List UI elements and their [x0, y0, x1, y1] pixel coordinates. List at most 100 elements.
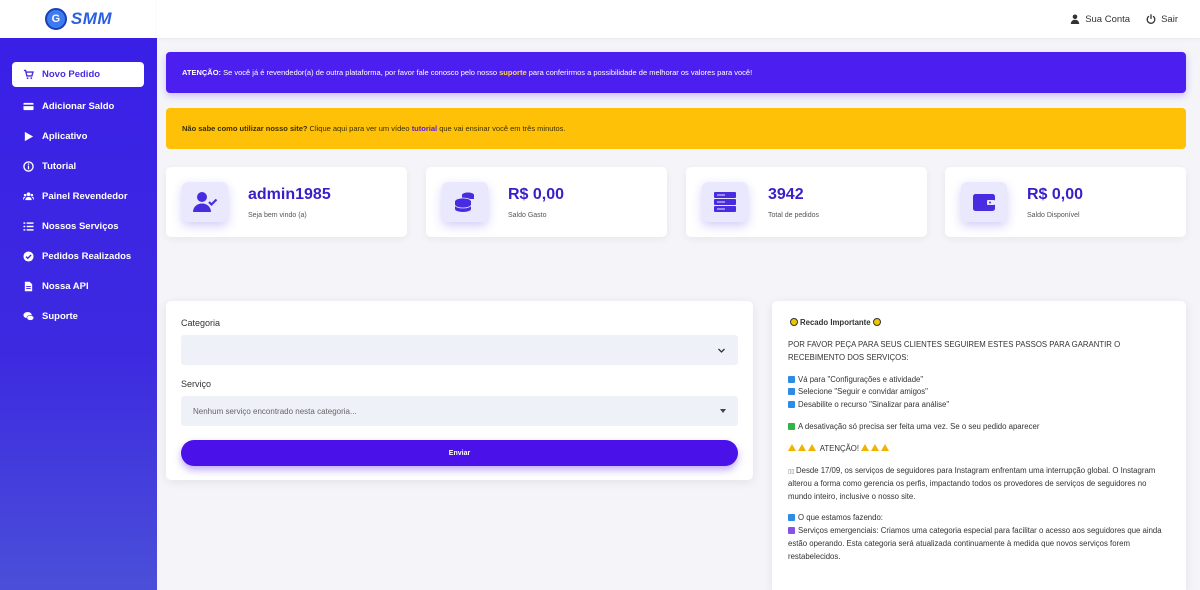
sidebar-item-suporte[interactable]: Suporte — [0, 301, 157, 331]
account-label: Sua Conta — [1085, 13, 1131, 25]
stat-value: R$ 0,00 — [508, 185, 565, 203]
stat-card-orders: 3942 Total de pedidos — [686, 167, 927, 237]
warning-icon — [881, 444, 890, 452]
stat-value: R$ 0,00 — [1027, 185, 1084, 203]
server-icon — [702, 182, 748, 222]
sidebar-item-nossa-api[interactable]: Nossa API — [0, 271, 157, 301]
play-icon — [22, 130, 34, 142]
sidebar-item-label: Adicionar Saldo — [42, 100, 115, 112]
service-value: Nenhum serviço encontrado nesta categori… — [193, 406, 357, 416]
sidebar-item-nossos-servicos[interactable]: Nossos Serviços — [0, 211, 157, 241]
power-icon — [1146, 14, 1156, 24]
logo-mark: G — [44, 8, 67, 30]
notice-deactivation: A desativação só precisa ser feita uma v… — [798, 422, 1040, 432]
tutorial-alert-text-end: que vai ensinar você em três minutos. — [437, 124, 566, 133]
sidebar-item-label: Suporte — [42, 310, 78, 322]
service-label: Serviço — [181, 379, 212, 389]
sidebar-item-label: Novo Pedido — [42, 69, 101, 80]
sidebar-nav: Novo Pedido Adicionar Saldo Aplicativo T… — [0, 38, 157, 331]
users-icon — [22, 190, 34, 202]
reseller-alert-text-end: para conferirmos a possibilidade de melh… — [526, 68, 753, 77]
support-link[interactable]: suporte — [499, 68, 527, 77]
wallet-icon — [961, 182, 1007, 222]
account-link[interactable]: Sua Conta — [1070, 14, 1130, 25]
notice-step: Selecione "Seguir e convidar amigos" — [798, 387, 928, 397]
sidebar-item-aplicativo[interactable]: Aplicativo — [0, 121, 157, 151]
notice-step: Vá para "Configurações e atividade" — [798, 374, 924, 384]
caret-down-icon — [720, 409, 726, 413]
reseller-alert: ATENÇÃO: Se você já é revendedor(a) de o… — [166, 52, 1186, 93]
tutorial-alert-lead: Não sabe como utilizar nosso site? — [182, 124, 308, 133]
notice-intro: POR FAVOR PEÇA PARA SEUS CLIENTES SEGUIR… — [788, 339, 1121, 362]
top-bar: Sua Conta Sair — [157, 0, 1200, 38]
category-select[interactable] — [181, 335, 738, 365]
notice-doing-title: O que estamos fazendo: — [798, 513, 883, 523]
sidebar-item-label: Painel Revendedor — [42, 190, 128, 202]
logo-text: SMM — [70, 9, 113, 28]
notice-steps: Vá para "Configurações e atividade" Sele… — [788, 374, 1171, 413]
coins-icon — [442, 182, 488, 222]
logout-label: Sair — [1161, 13, 1178, 25]
user-icon — [1070, 14, 1080, 24]
sidebar-item-painel-revendedor[interactable]: Painel Revendedor — [0, 181, 157, 211]
sidebar-item-label: Nossos Serviços — [42, 220, 119, 232]
stat-value: 3942 — [768, 185, 804, 203]
sidebar-item-adicionar-saldo[interactable]: Adicionar Saldo — [0, 91, 157, 121]
tutorial-link[interactable]: tutorial — [412, 124, 437, 133]
warning-icon — [871, 444, 880, 452]
notice-warning-title: ATENÇÃO! — [819, 444, 860, 454]
stat-label: Seja bem vindo (a) — [248, 211, 307, 219]
service-select[interactable]: Nenhum serviço encontrado nesta categori… — [181, 396, 738, 426]
list-icon — [22, 220, 34, 232]
sidebar-item-novo-pedido[interactable]: Novo Pedido — [12, 62, 144, 87]
chevron-down-icon — [718, 348, 725, 353]
stat-value: admin1985 — [248, 185, 331, 203]
stat-card-spent: R$ 0,00 Saldo Gasto — [426, 167, 667, 237]
sidebar-item-tutorial[interactable]: Tutorial — [0, 151, 157, 181]
arrow-right-icon — [788, 401, 795, 409]
notice-outage: Desde 17/09, os serviços de seguidores p… — [788, 465, 1156, 501]
file-icon — [22, 280, 34, 292]
radioactive-icon — [790, 318, 798, 326]
notice-step: Desabilite o recurso "Sinalizar para aná… — [798, 400, 950, 410]
sidebar: G SMM Novo Pedido Adicionar Saldo Aplica… — [0, 0, 157, 590]
notice-emergency: Serviços emergenciais: Criamos uma categ… — [788, 526, 1162, 562]
notice-outage-row: ▯▯Desde 17/09, os serviços de seguidores… — [788, 465, 1171, 504]
notice-deactivation-row: A desativação só precisa ser feita uma v… — [788, 421, 1171, 434]
warning-icon — [788, 444, 796, 452]
tutorial-alert-text: Clique aqui para ver um vídeo — [307, 124, 412, 133]
warning-icon — [808, 444, 816, 452]
logo[interactable]: G SMM — [0, 0, 157, 38]
warning-icon — [861, 444, 870, 452]
submit-button[interactable]: Enviar — [181, 440, 738, 466]
notice-warning-row: ATENÇÃO! — [788, 443, 1171, 456]
stat-label: Total de pedidos — [768, 211, 819, 219]
logout-link[interactable]: Sair — [1146, 14, 1178, 25]
credit-card-icon — [22, 100, 34, 112]
radioactive-icon — [872, 318, 881, 326]
stat-label: Saldo Gasto — [508, 211, 547, 219]
new-order-form: Categoria Serviço Nenhum serviço encontr… — [166, 301, 753, 480]
cart-icon — [22, 69, 34, 81]
sidebar-item-label: Aplicativo — [42, 130, 88, 142]
reseller-alert-lead: ATENÇÃO: — [182, 68, 222, 77]
warning-icon — [798, 444, 806, 452]
user-check-icon — [182, 182, 228, 222]
stat-card-username: admin1985 Seja bem vindo (a) — [166, 167, 407, 237]
sidebar-item-pedidos-realizados[interactable]: Pedidos Realizados — [0, 241, 157, 271]
arrow-right-icon — [788, 388, 795, 396]
check-mark-icon — [788, 423, 795, 431]
tutorial-alert[interactable]: Não sabe como utilizar nosso site? Cliqu… — [166, 108, 1186, 149]
chat-icon — [22, 310, 34, 322]
category-label: Categoria — [181, 318, 221, 328]
important-notice-panel: Recado Importante POR FAVOR PEÇA PARA SE… — [772, 301, 1186, 590]
reseller-alert-text: Se você já é revendedor(a) de outra plat… — [221, 68, 500, 77]
check-circle-icon — [22, 250, 34, 262]
check-box-icon — [788, 527, 795, 535]
notice-title: Recado Importante — [800, 318, 871, 327]
arrow-right-icon — [788, 375, 795, 383]
notice-doing-row: O que estamos fazendo: Serviços emergenc… — [788, 512, 1171, 563]
calendar-icon: ▯▯ — [788, 468, 795, 475]
sidebar-item-label: Tutorial — [42, 160, 77, 172]
sidebar-item-label: Nossa API — [42, 280, 89, 292]
